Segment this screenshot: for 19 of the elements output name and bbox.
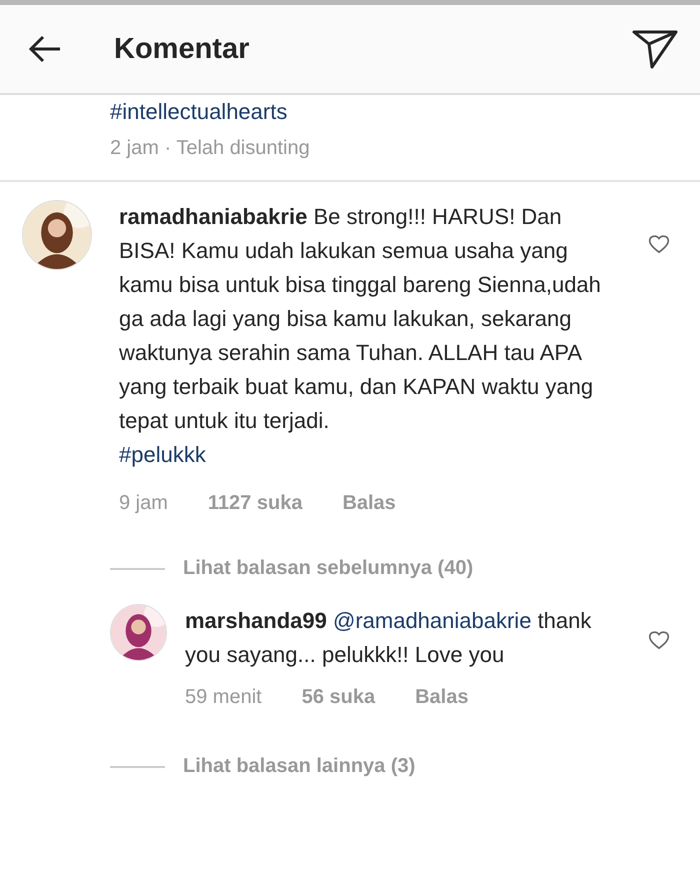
- comment-time: 9 jam: [119, 492, 168, 515]
- like-button[interactable]: [648, 234, 670, 254]
- send-button[interactable]: [632, 29, 678, 69]
- hashtag-link[interactable]: #intellectualhearts: [110, 99, 288, 125]
- reply-button[interactable]: Balas: [415, 686, 468, 709]
- hashtag-link[interactable]: #pelukkk: [119, 438, 206, 472]
- back-button[interactable]: [28, 35, 62, 63]
- reply-text: marshanda99 @ramadhaniabakrie thank you sayang... pelukkk!! Love you: [185, 607, 592, 669]
- reply-button[interactable]: Balas: [342, 492, 396, 515]
- reply-time: 59 menit: [185, 686, 262, 709]
- likes-button[interactable]: 1127 suka: [208, 492, 302, 515]
- mention-link[interactable]: @ramadhaniabakrie: [332, 608, 532, 633]
- like-button[interactable]: [648, 630, 670, 650]
- page-title: Komentar: [114, 32, 250, 66]
- likes-button[interactable]: 56 suka: [302, 686, 376, 709]
- view-replies-link[interactable]: Lihat balasan lainnya (3): [183, 755, 416, 778]
- view-replies-link[interactable]: Lihat balasan sebelumnya (40): [183, 557, 474, 580]
- comment-text: ramadhaniabakrie Be strong!!! HARUS! Dan BISA! Kamu udah lakukan semua usaha yang kamu bisa untuk bisa tinggal bareng Sienna,udah ga ada lagi yang bisa kamu lakukan, sekarang waktunya serahin sama Tuhan. ALLAH tau APA yang terbaik buat kamu, dan KAPAN waktu yang tepat untuk itu terjadi.: [119, 203, 602, 435]
- caption-meta: 2 jam · Telah disunting: [110, 137, 310, 160]
